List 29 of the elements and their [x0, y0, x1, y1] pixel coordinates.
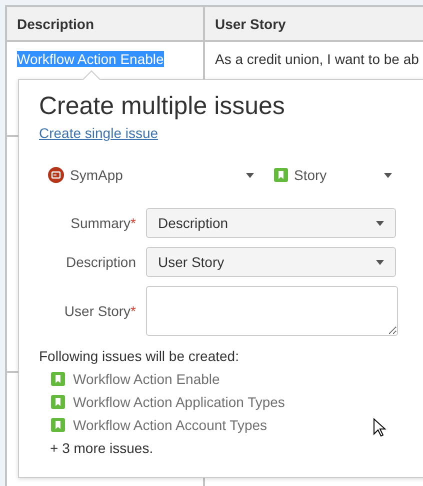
select-field[interactable]: User Story	[146, 247, 396, 277]
table-cell: Workflow Action Enable	[17, 51, 164, 67]
caret-icon	[376, 220, 384, 226]
select-field[interactable]: Description	[146, 208, 396, 238]
issue-type-picker[interactable]: Story	[274, 167, 392, 183]
caret-icon	[384, 172, 392, 178]
issue-name: Workflow Action Application Types	[73, 394, 285, 410]
caret-icon	[246, 172, 254, 178]
bookmark-icon	[51, 395, 65, 409]
issue-name: Workflow Action Enable	[73, 371, 220, 387]
bookmark-icon	[51, 418, 65, 432]
issue-name: Workflow Action Account Types	[73, 417, 268, 433]
bookmark-icon	[274, 168, 288, 182]
field-label: Summary*	[70, 215, 136, 231]
project-picker[interactable]: SymApp	[48, 167, 254, 183]
field-label: Description	[64, 254, 136, 270]
column-header: User Story	[205, 7, 423, 42]
textarea-field[interactable]	[146, 286, 398, 336]
mouse-pointer-icon	[373, 418, 387, 438]
project-avatar-icon	[48, 167, 64, 183]
create-single-issue-link[interactable]: Create single issue	[39, 125, 158, 141]
column-header: Description	[7, 7, 205, 42]
more-issues-text: + 3 more issues.	[50, 440, 154, 456]
field-label: User Story*	[63, 303, 136, 319]
table-cell: As a credit union, I want to be ab	[215, 51, 419, 67]
preview-heading: Following issues will be created:	[39, 348, 240, 364]
bookmark-icon	[51, 372, 65, 386]
popup-title: Create multiple issues	[39, 92, 286, 120]
caret-icon	[376, 260, 384, 264]
